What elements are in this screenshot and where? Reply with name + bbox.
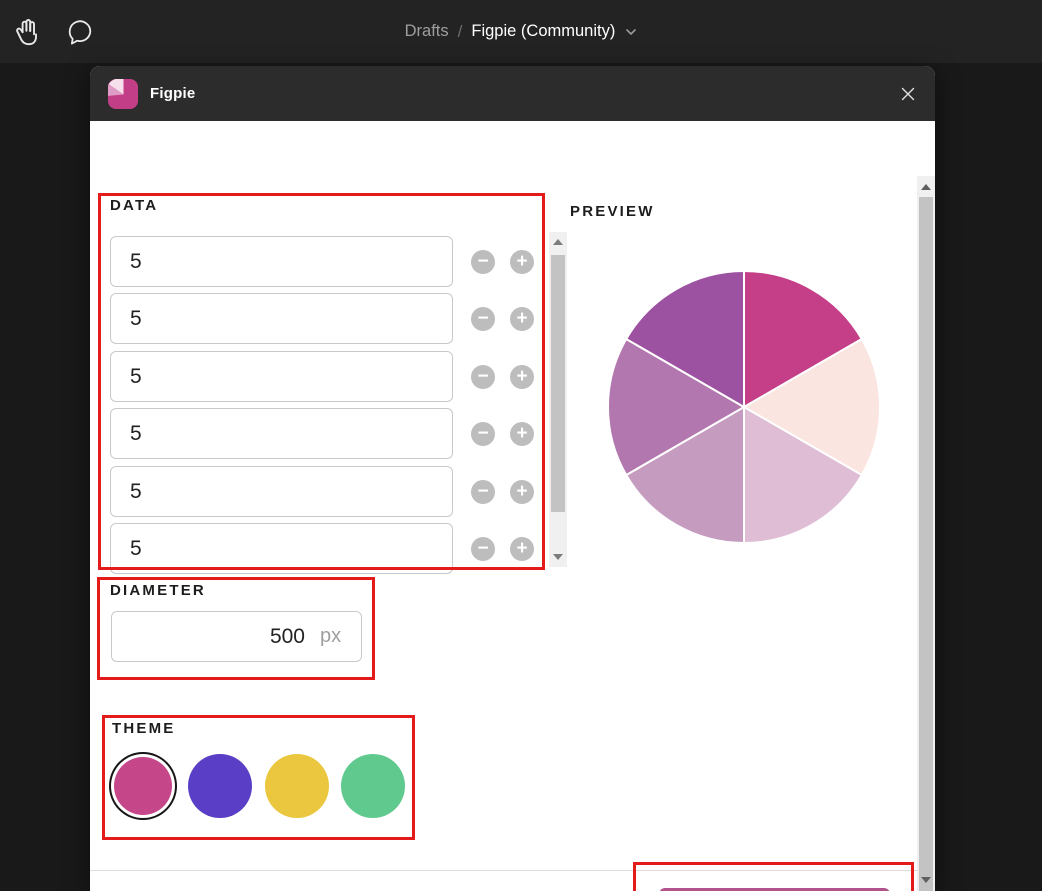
figma-toolbar: Drafts / Figpie (Community) (0, 0, 1042, 63)
data-scrollbar-thumb[interactable] (551, 255, 565, 512)
footer-divider (90, 870, 917, 871)
scroll-up-arrow-icon[interactable] (921, 184, 931, 190)
breadcrumb-folder[interactable]: Drafts (405, 22, 449, 41)
diameter-input[interactable]: 500 px (111, 611, 362, 662)
figpie-plugin-window: Figpie DATA PREVIEW DIAMETER THEME −+−+−… (90, 66, 935, 891)
increment-button[interactable]: + (510, 307, 534, 331)
close-plugin-button[interactable] (898, 84, 918, 104)
diameter-unit: px (305, 625, 347, 648)
decrement-button[interactable]: − (471, 307, 495, 331)
breadcrumb: Drafts / Figpie (Community) (0, 0, 1042, 63)
scroll-down-arrow-icon[interactable] (921, 877, 931, 883)
theme-swatch-pink[interactable] (114, 757, 172, 815)
plugin-scrollbar-thumb[interactable] (919, 197, 933, 891)
data-list-scrollbar[interactable] (549, 232, 567, 567)
data-value-input[interactable] (110, 408, 453, 459)
data-value-row: −+ (110, 466, 540, 517)
data-value-input[interactable] (110, 293, 453, 344)
plugin-body: DATA PREVIEW DIAMETER THEME −+−+−+−+−+−+… (90, 121, 935, 891)
close-icon (900, 86, 916, 102)
pie-chart (606, 269, 882, 545)
decrement-button[interactable]: − (471, 250, 495, 274)
decrement-button[interactable]: − (471, 365, 495, 389)
file-title: Figpie (Community) (471, 22, 615, 41)
preview-section-label: PREVIEW (570, 203, 655, 220)
breadcrumb-separator: / (458, 22, 463, 42)
data-value-row: −+ (110, 408, 540, 459)
decrement-button[interactable]: − (471, 537, 495, 561)
diameter-section-label: DIAMETER (110, 582, 206, 599)
plugin-header: Figpie (90, 66, 935, 121)
data-value-row: −+ (110, 351, 540, 402)
theme-swatch-yellow[interactable] (265, 754, 329, 818)
pie-chart-preview (606, 269, 882, 545)
increment-button[interactable]: + (510, 537, 534, 561)
decrement-button[interactable]: − (471, 480, 495, 504)
scroll-up-arrow-icon[interactable] (553, 239, 563, 245)
file-title-menu[interactable]: Figpie (Community) (471, 22, 637, 41)
data-value-input[interactable] (110, 523, 453, 574)
data-values-list: −+−+−+−+−+−+ (110, 236, 540, 574)
data-value-input[interactable] (110, 236, 453, 287)
plugin-title: Figpie (150, 85, 195, 102)
theme-swatch-group (102, 715, 415, 840)
data-value-input[interactable] (110, 466, 453, 517)
diameter-value: 500 (128, 625, 305, 649)
data-value-row: −+ (110, 236, 540, 287)
data-section-label: DATA (110, 197, 158, 214)
chevron-down-icon (625, 28, 637, 36)
increment-button[interactable]: + (510, 480, 534, 504)
data-value-input[interactable] (110, 351, 453, 402)
scroll-down-arrow-icon[interactable] (553, 554, 563, 560)
theme-swatch-purple[interactable] (188, 754, 252, 818)
increment-button[interactable]: + (510, 250, 534, 274)
increment-button[interactable]: + (510, 422, 534, 446)
data-value-row: −+ (110, 293, 540, 344)
plugin-scrollbar[interactable] (917, 176, 935, 891)
data-value-row: −+ (110, 523, 540, 574)
theme-swatch-green[interactable] (341, 754, 405, 818)
increment-button[interactable]: + (510, 365, 534, 389)
annotation-box-create-button (633, 862, 914, 891)
decrement-button[interactable]: − (471, 422, 495, 446)
figpie-logo-icon (108, 79, 138, 109)
